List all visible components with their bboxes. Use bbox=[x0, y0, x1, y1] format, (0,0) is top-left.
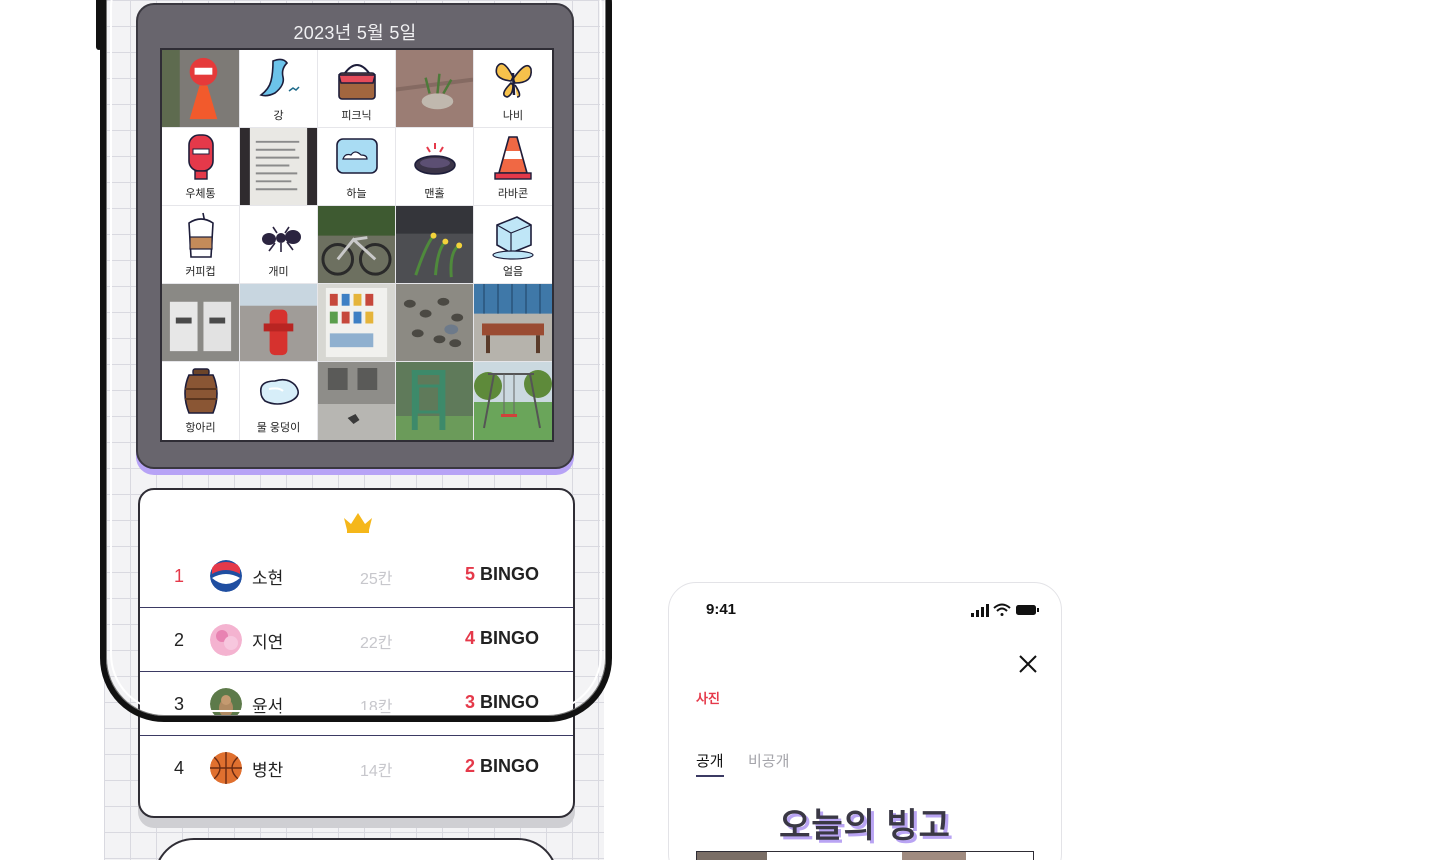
bingo-count: 2 BINGO bbox=[465, 756, 539, 777]
tab-private[interactable]: 비공개 bbox=[748, 750, 789, 771]
ranking-row[interactable]: 4 병찬 14칸 2 BINGO bbox=[140, 736, 573, 800]
canvas: 2023년 5월 5일 강 피크닉 나비 우체통 하늘 맨홀 라바콘 커피컵 개미 얼음 항아리 물 … bbox=[0, 0, 1440, 860]
tab-public[interactable]: 공개 bbox=[696, 750, 724, 777]
bingo-thumbnail-preview[interactable] bbox=[696, 851, 1034, 860]
status-time: 9:41 bbox=[706, 601, 737, 618]
basketball-avatar bbox=[210, 752, 242, 784]
phone-frame bbox=[100, 0, 612, 722]
photo-modal: 9:41 사진 공개 비공개 오늘의 빙고 bbox=[668, 582, 1062, 860]
today-bingo-title: 오늘의 빙고 bbox=[779, 807, 951, 845]
battery-icon bbox=[1016, 605, 1039, 615]
rank-number: 4 bbox=[174, 758, 185, 778]
status-icons bbox=[971, 603, 1039, 617]
player-name: 병찬 bbox=[252, 761, 284, 780]
bingo-label: BINGO bbox=[474, 756, 539, 776]
next-card bbox=[154, 838, 558, 860]
cell-count: 14칸 bbox=[360, 763, 393, 780]
wifi-icon bbox=[993, 603, 1011, 616]
close-button[interactable] bbox=[1017, 653, 1039, 675]
section-label: 사진 bbox=[696, 691, 720, 706]
bingo-number: 2 bbox=[464, 756, 475, 776]
signal-icon bbox=[971, 604, 989, 617]
